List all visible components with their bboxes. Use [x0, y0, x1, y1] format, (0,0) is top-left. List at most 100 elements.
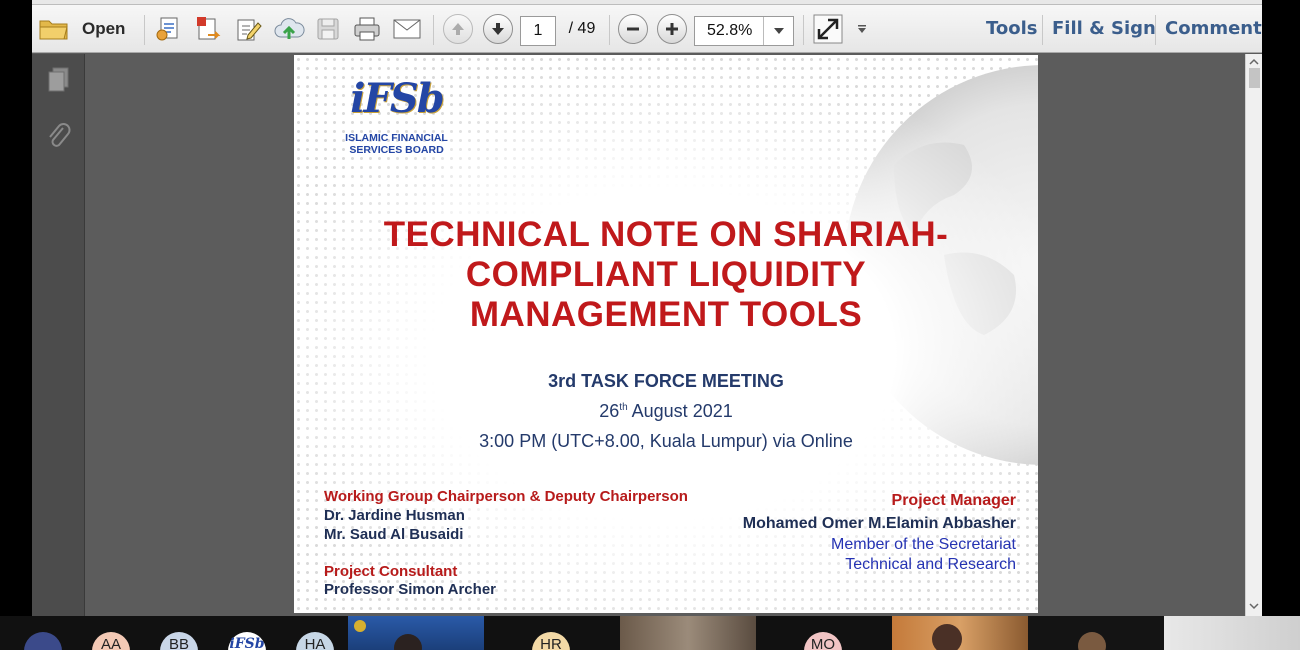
working-group-name-2: Mr. Saud Al Busaidi	[324, 526, 464, 543]
org-emblem-icon	[354, 620, 366, 632]
participant-avatar[interactable]: AA	[92, 632, 130, 650]
comment-link[interactable]: Comment	[1165, 18, 1262, 39]
date-suffix: th	[619, 402, 628, 413]
arrow-up-icon	[443, 14, 473, 44]
open-button[interactable]: Open	[38, 13, 134, 45]
toolbar-divider	[609, 15, 610, 45]
upload-cloud-button[interactable]	[272, 13, 306, 45]
save-disk-icon	[317, 18, 339, 40]
toolbar-divider	[433, 15, 434, 45]
zoom-in-button[interactable]	[656, 13, 688, 45]
participant-head	[394, 634, 422, 650]
zoom-out-button[interactable]	[617, 13, 649, 45]
participant-video-tile[interactable]	[1028, 616, 1164, 650]
date-day: 26	[599, 401, 620, 421]
pages-icon	[48, 67, 69, 92]
participants-strip: AA BB iFSb HA HR MO	[0, 616, 1300, 650]
page-number-input[interactable]: 1	[520, 16, 556, 46]
export-pdf-icon	[197, 17, 221, 40]
project-manager-role-1: Member of the Secretariat	[831, 536, 1016, 553]
slide-title-line3: MANAGEMENT TOOLS	[469, 295, 863, 334]
participant-initials: BB	[168, 636, 189, 650]
print-button[interactable]	[350, 13, 384, 45]
vertical-scrollbar[interactable]	[1245, 54, 1262, 616]
scroll-thumb[interactable]	[1249, 68, 1260, 88]
participant-initials: HA	[304, 636, 326, 650]
page-thumbnails-button[interactable]	[46, 66, 72, 94]
participant-video-tile[interactable]	[620, 616, 756, 650]
fit-page-button[interactable]	[810, 13, 846, 45]
project-manager-name: Mohamed Omer M.Elamin Abbasher	[742, 515, 1016, 532]
participant-avatar[interactable]: MO	[804, 632, 842, 650]
toolbar-options-button[interactable]	[854, 13, 870, 45]
project-manager-heading: Project Manager	[891, 492, 1016, 509]
meeting-name: 3rd TASK FORCE MEETING	[548, 371, 784, 391]
participant-video-tile[interactable]	[1164, 616, 1300, 650]
cloud-upload-icon	[274, 18, 305, 39]
participant-avatar[interactable]	[24, 632, 62, 650]
chevron-down-icon[interactable]	[763, 17, 793, 45]
zoom-select[interactable]: 52.8%	[694, 16, 794, 46]
logo-mark: iFSb	[350, 75, 444, 122]
tools-link[interactable]: Tools	[986, 18, 1038, 39]
participant-head	[1078, 632, 1106, 650]
ifsb-logo: iFSb ISLAMIC FINANCIAL SERVICES BOARD	[339, 75, 454, 156]
export-pdf-button[interactable]	[192, 13, 224, 45]
meeting-date: 26th August 2021	[294, 401, 1038, 422]
arrow-down-icon	[483, 14, 513, 44]
fill-sign-link[interactable]: Fill & Sign	[1052, 18, 1156, 39]
envelope-icon	[393, 19, 421, 39]
save-button[interactable]	[312, 13, 344, 45]
participant-avatar[interactable]: HA	[296, 632, 334, 650]
scroll-up-arrow-icon[interactable]	[1246, 56, 1262, 68]
toolbar-divider	[1155, 15, 1156, 45]
participant-initials: AA	[100, 636, 121, 650]
working-group-heading: Working Group Chairperson & Deputy Chair…	[324, 488, 688, 505]
participant-avatar-logo[interactable]: iFSb	[228, 632, 266, 650]
participant-avatar[interactable]: HR	[532, 632, 570, 650]
participant-initials: HR	[540, 636, 562, 650]
previous-page-button[interactable]	[442, 13, 474, 45]
org-name-line1: ISLAMIC FINANCIAL	[345, 132, 448, 144]
toolbar-divider	[144, 15, 145, 45]
create-pdf-button[interactable]	[152, 13, 184, 45]
org-name-line2: SERVICES BOARD	[349, 144, 444, 156]
open-label: Open	[82, 19, 126, 38]
date-rest: August 2021	[627, 401, 733, 421]
overflow-chevron-icon	[858, 25, 866, 33]
folder-icon	[39, 20, 68, 40]
consultant-heading: Project Consultant	[324, 563, 458, 580]
scroll-down-arrow-icon[interactable]	[1246, 600, 1262, 612]
email-button[interactable]	[390, 13, 424, 45]
logo-mark-small: iFSb	[229, 636, 265, 650]
meeting-time: 3:00 PM (UTC+8.00, Kuala Lumpur) via Onl…	[479, 431, 853, 451]
toolbar-divider	[1042, 15, 1043, 45]
consultant-name: Professor Simon Archer	[324, 581, 496, 598]
participant-video-tile[interactable]	[348, 616, 484, 650]
create-pdf-icon	[156, 17, 178, 41]
edit-pencil-icon	[237, 19, 262, 41]
printer-icon	[354, 17, 380, 41]
slide-title-line1: TECHNICAL NOTE ON SHARIAH-	[383, 215, 949, 254]
plus-icon	[657, 14, 687, 44]
participant-video-tile[interactable]	[892, 616, 1028, 650]
participant-initials: MO	[810, 636, 836, 650]
attachments-button[interactable]	[46, 122, 72, 150]
working-group-name-1: Dr. Jardine Husman	[324, 507, 465, 524]
navigation-pane	[32, 54, 85, 616]
paperclip-icon	[49, 123, 71, 147]
next-page-button[interactable]	[482, 13, 514, 45]
page-total: / 49	[568, 20, 596, 37]
reader-toolbar: Open 1 / 49 52.8% Tools Fill & Sign Comm…	[32, 5, 1262, 53]
expand-arrows-icon	[813, 14, 843, 44]
project-manager-role-2: Technical and Research	[845, 556, 1016, 573]
slide-title-line2: COMPLIANT LIQUIDITY	[465, 255, 867, 294]
pdf-reader-window: Open 1 / 49 52.8% Tools Fill & Sign Comm…	[32, 0, 1262, 616]
zoom-value: 52.8%	[707, 22, 753, 39]
participant-head	[932, 624, 962, 650]
pdf-page: iFSb ISLAMIC FINANCIAL SERVICES BOARD TE…	[294, 55, 1038, 613]
edit-pdf-button[interactable]	[232, 13, 264, 45]
toolbar-divider	[803, 15, 804, 45]
participant-avatar[interactable]: BB	[160, 632, 198, 650]
meeting-screen: Open 1 / 49 52.8% Tools Fill & Sign Comm…	[0, 0, 1300, 650]
